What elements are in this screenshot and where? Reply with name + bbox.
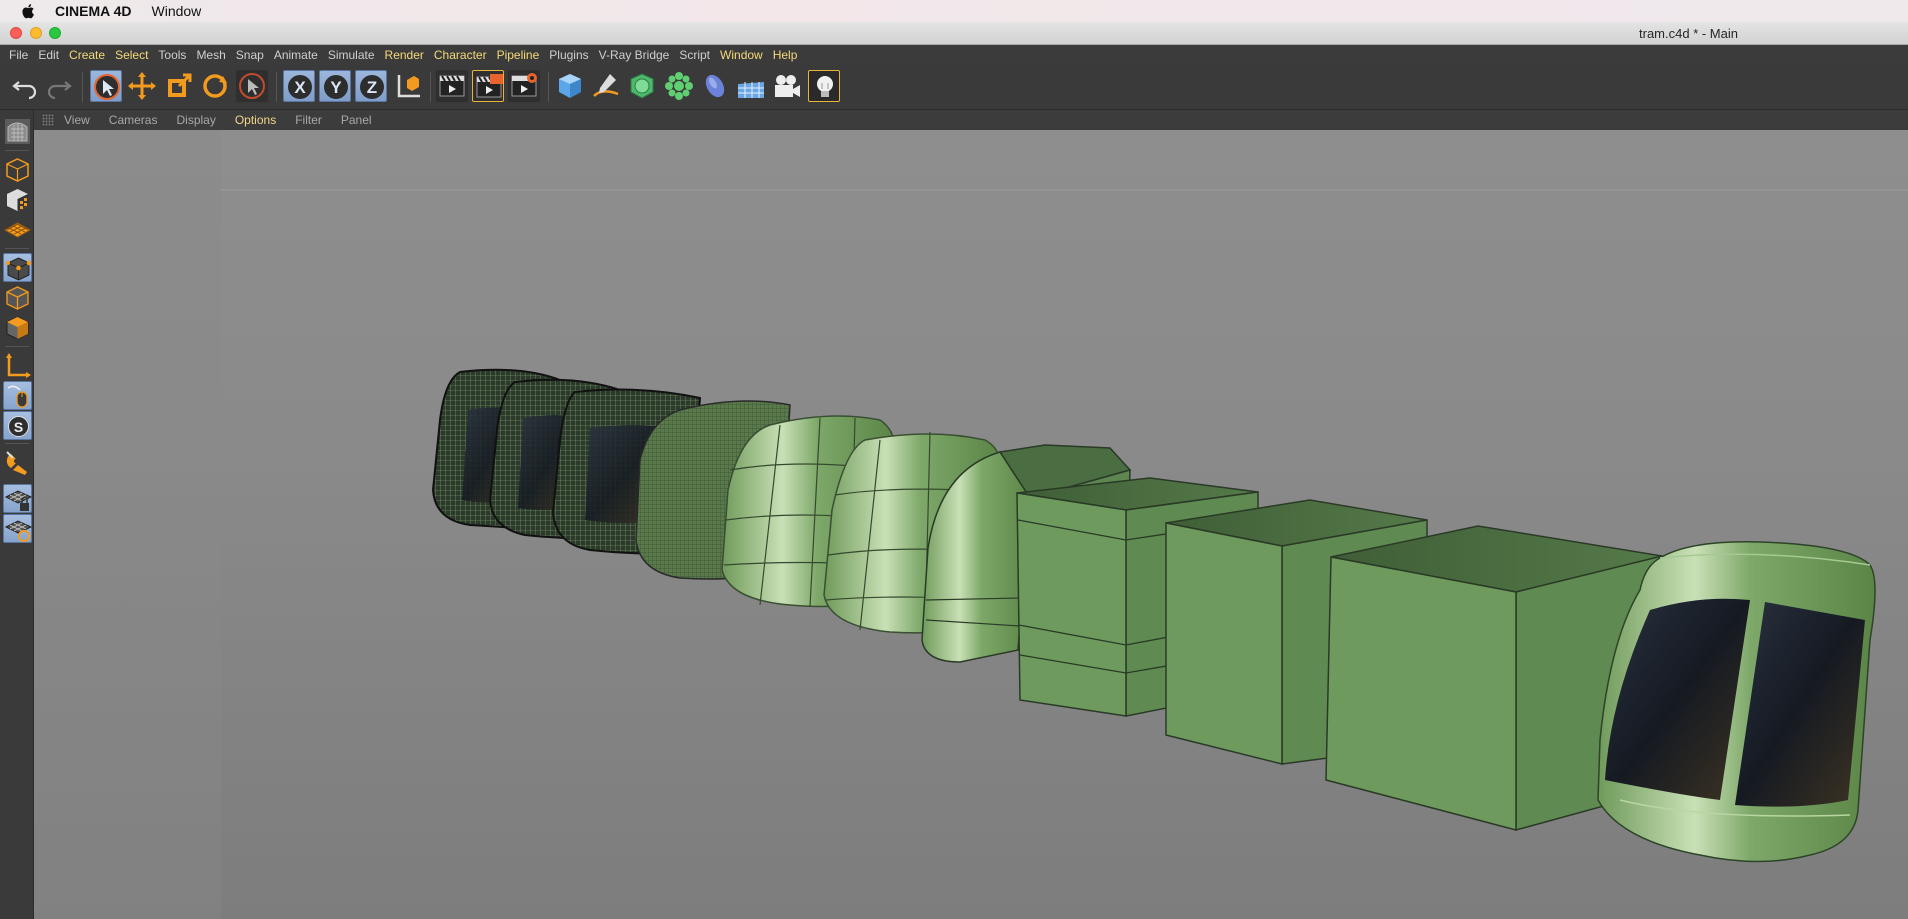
svg-text:S: S bbox=[14, 419, 23, 435]
model-mode-icon[interactable] bbox=[3, 155, 32, 184]
render-view-icon[interactable] bbox=[436, 70, 468, 102]
menu-window[interactable]: Window bbox=[720, 48, 763, 62]
menu-file[interactable]: File bbox=[9, 48, 28, 62]
undo-icon[interactable] bbox=[9, 70, 41, 102]
rotate-icon[interactable] bbox=[199, 70, 231, 102]
menu-edit[interactable]: Edit bbox=[38, 48, 59, 62]
workplane-align-icon[interactable] bbox=[3, 514, 33, 543]
svg-text:Y: Y bbox=[330, 78, 342, 97]
viewport-menu-bar: View Cameras Display Options Filter Pane… bbox=[34, 110, 1908, 130]
close-window-button[interactable] bbox=[10, 27, 22, 39]
menu-plugins[interactable]: Plugins bbox=[549, 48, 588, 62]
3d-viewport[interactable] bbox=[34, 130, 1908, 919]
make-editable-icon[interactable] bbox=[3, 117, 32, 146]
edit-render-settings-icon[interactable] bbox=[508, 70, 540, 102]
coordinate-system-icon[interactable] bbox=[392, 70, 424, 102]
texture-mode-icon[interactable] bbox=[3, 185, 32, 214]
points-mode-icon[interactable] bbox=[3, 253, 32, 282]
y-axis-icon[interactable]: Y bbox=[319, 70, 351, 102]
menu-mesh[interactable]: Mesh bbox=[196, 48, 225, 62]
tram-front-final[interactable] bbox=[1597, 541, 1876, 863]
viewport-scene bbox=[34, 130, 1908, 919]
macos-menu-bar: CINEMA 4D Window bbox=[0, 0, 1908, 22]
floor-icon[interactable] bbox=[735, 70, 767, 102]
viewport-menu-options[interactable]: Options bbox=[235, 113, 276, 127]
recent-tool-icon[interactable] bbox=[236, 70, 268, 102]
pen-icon[interactable] bbox=[590, 70, 622, 102]
window-title: tram.c4d * - Main bbox=[1639, 26, 1738, 41]
subdivision-surface-icon[interactable] bbox=[626, 70, 658, 102]
z-axis-icon[interactable]: Z bbox=[355, 70, 387, 102]
viewport-menu-view[interactable]: View bbox=[64, 113, 90, 127]
redo-icon[interactable] bbox=[43, 70, 75, 102]
menu-script[interactable]: Script bbox=[679, 48, 710, 62]
workplane-icon[interactable] bbox=[3, 215, 32, 244]
svg-text:X: X bbox=[294, 78, 306, 97]
tweak-mode-icon[interactable] bbox=[3, 381, 32, 410]
zoom-window-button[interactable] bbox=[49, 27, 61, 39]
edges-mode-icon[interactable] bbox=[3, 283, 32, 312]
menu-simulate[interactable]: Simulate bbox=[328, 48, 375, 62]
snap-icon[interactable] bbox=[3, 448, 32, 477]
viewport-menu-panel[interactable]: Panel bbox=[341, 113, 372, 127]
minimize-window-button[interactable] bbox=[30, 27, 42, 39]
viewport-menu-cameras[interactable]: Cameras bbox=[109, 113, 158, 127]
menu-render[interactable]: Render bbox=[385, 48, 424, 62]
menu-animate[interactable]: Animate bbox=[274, 48, 318, 62]
live-selection-icon[interactable] bbox=[90, 70, 122, 102]
camera-icon[interactable] bbox=[771, 70, 803, 102]
app-name-menu[interactable]: CINEMA 4D bbox=[55, 3, 132, 19]
main-menu-bar: File Edit Create Select Tools Mesh Snap … bbox=[0, 45, 1908, 65]
window-title-bar: tram.c4d * - Main bbox=[0, 22, 1908, 45]
menu-pipeline[interactable]: Pipeline bbox=[497, 48, 540, 62]
polygons-mode-icon[interactable] bbox=[3, 313, 32, 342]
menu-create[interactable]: Create bbox=[69, 48, 105, 62]
cloner-icon[interactable] bbox=[663, 70, 695, 102]
left-mode-palette: S bbox=[0, 110, 34, 919]
deformer-icon[interactable] bbox=[699, 70, 731, 102]
mac-menu-window[interactable]: Window bbox=[152, 3, 202, 19]
menu-help[interactable]: Help bbox=[773, 48, 798, 62]
apple-icon[interactable] bbox=[20, 3, 38, 19]
workplane-lock-icon[interactable] bbox=[3, 484, 33, 513]
axis-mode-icon[interactable] bbox=[3, 351, 32, 380]
render-picture-viewer-icon[interactable] bbox=[472, 70, 504, 102]
x-axis-icon[interactable]: X bbox=[283, 70, 315, 102]
menu-vray-bridge[interactable]: V-Ray Bridge bbox=[599, 48, 670, 62]
menu-character[interactable]: Character bbox=[434, 48, 487, 62]
viewport-menu-filter[interactable]: Filter bbox=[295, 113, 322, 127]
scale-icon[interactable] bbox=[163, 70, 195, 102]
svg-text:Z: Z bbox=[367, 78, 377, 97]
move-icon[interactable] bbox=[126, 70, 158, 102]
menu-select[interactable]: Select bbox=[115, 48, 148, 62]
viewport-menu-display[interactable]: Display bbox=[176, 113, 215, 127]
solo-icon[interactable]: S bbox=[3, 411, 32, 440]
viewport-grip-icon[interactable] bbox=[42, 114, 54, 126]
light-icon[interactable] bbox=[808, 70, 840, 102]
cube-icon[interactable] bbox=[554, 70, 586, 102]
menu-tools[interactable]: Tools bbox=[158, 48, 186, 62]
command-toolbar: X Y Z bbox=[0, 65, 1908, 110]
menu-snap[interactable]: Snap bbox=[236, 48, 264, 62]
